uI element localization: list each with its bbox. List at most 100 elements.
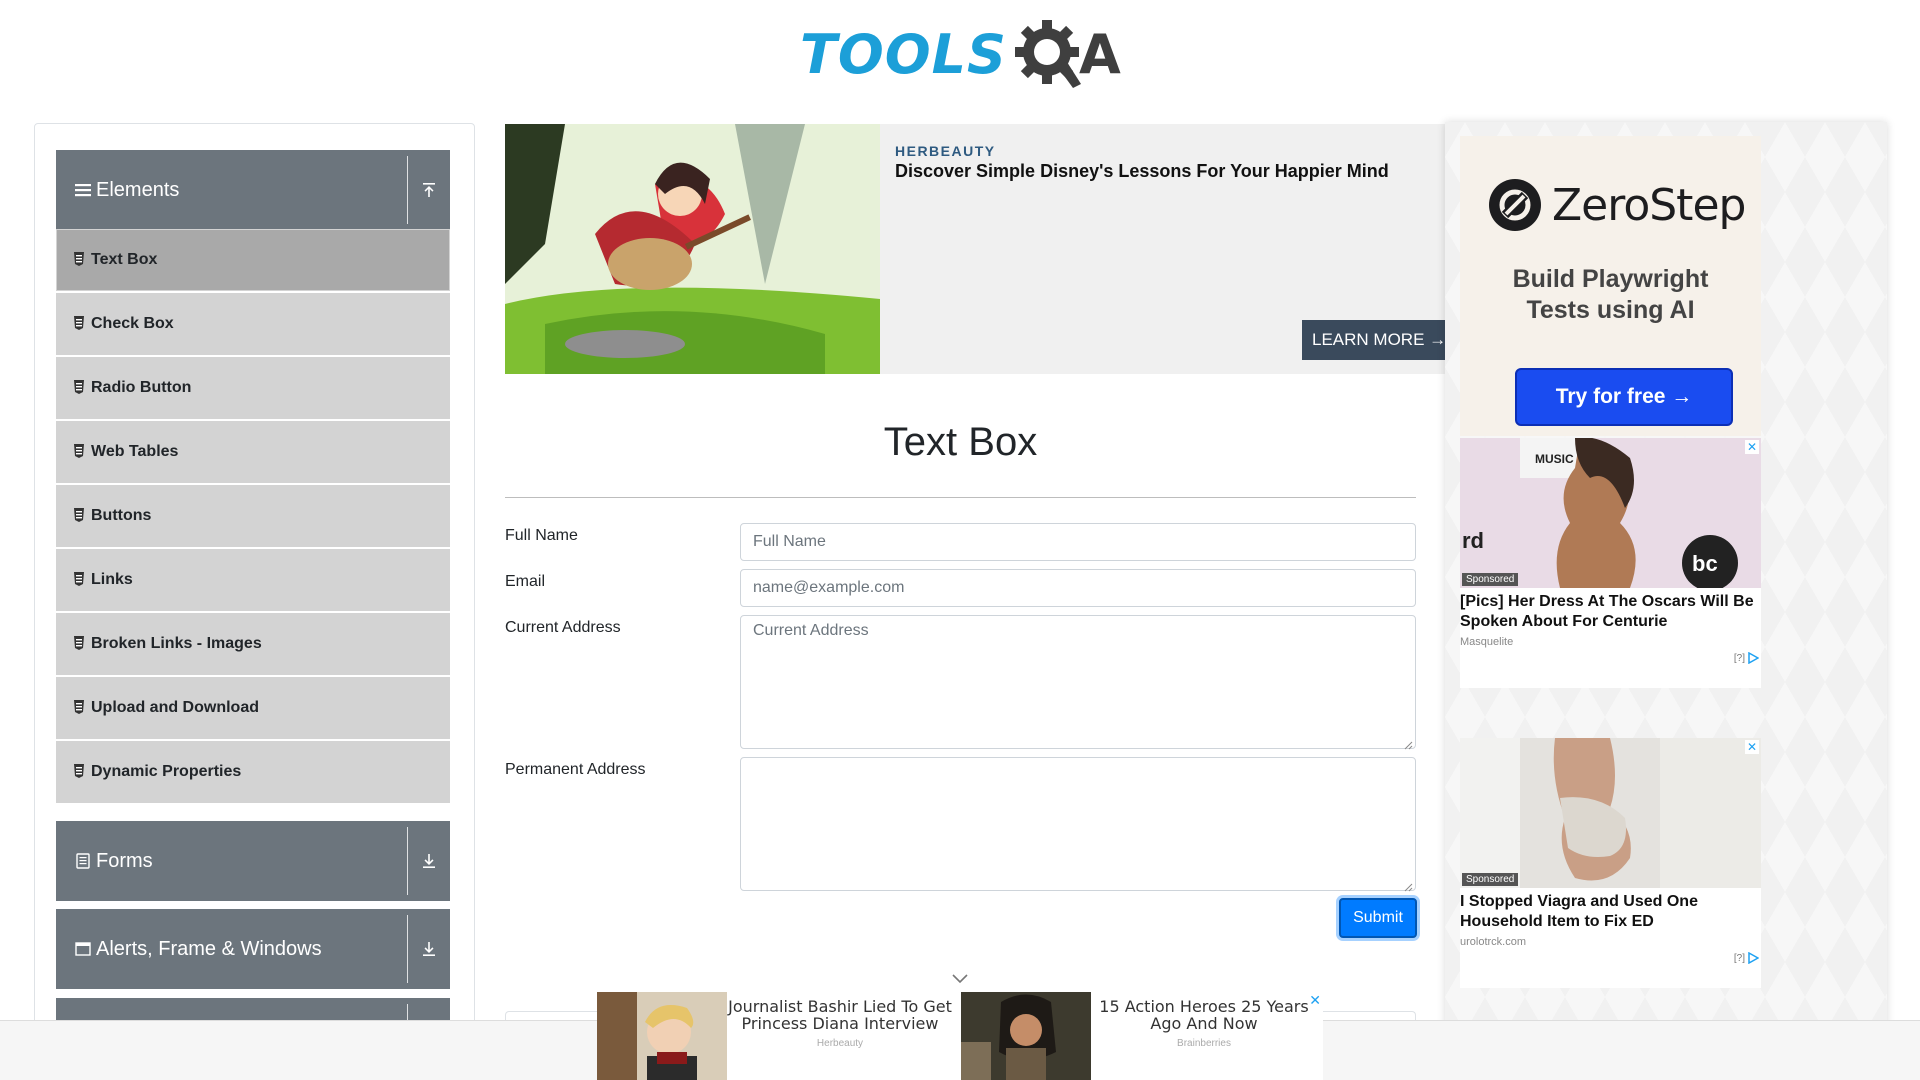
group-divider	[407, 827, 408, 895]
close-icon[interactable]: ✕	[1745, 740, 1759, 754]
toolsqa-logo[interactable]: TOOLS A	[800, 14, 1121, 94]
element-icon	[73, 508, 85, 524]
sidebar-item-dynamic-properties[interactable]: Dynamic Properties	[56, 741, 450, 803]
ad-source: urolotrck.com	[1460, 936, 1527, 948]
learn-more-button[interactable]: LEARN MORE →	[1302, 320, 1445, 360]
title-divider	[505, 497, 1416, 498]
sidebar-item-label: Upload and Download	[91, 699, 259, 716]
sponsored-ad-card[interactable]: Sponsored ✕ I Stopped Viagra and Used On…	[1460, 738, 1761, 988]
ad-source: Brainberries	[1177, 1038, 1231, 1049]
sponsored-badge: Sponsored	[1462, 873, 1519, 886]
ad-headline[interactable]: [Pics] Her Dress At The Oscars Will Be S…	[1460, 592, 1761, 632]
sidebar-item-check-box[interactable]: Check Box	[56, 293, 450, 355]
group-title: Alerts, Frame & Windows	[96, 937, 322, 960]
sidebar-item-broken-links[interactable]: Broken Links - Images	[56, 613, 450, 675]
ad-image: MUSIC A bc rd Sponsored ✕	[1460, 438, 1761, 588]
group-title: Forms	[96, 849, 153, 872]
logo-tools-text: TOOLS	[800, 22, 1007, 86]
current-address-label: Current Address	[505, 619, 621, 636]
sponsored-ad-card[interactable]: MUSIC A bc rd Sponsored ✕ [Pics] Her Dre…	[1460, 438, 1761, 688]
sponsored-badge: Sponsored	[1462, 573, 1519, 586]
ad-image	[597, 992, 727, 1080]
zerostep-name: ZeroStep	[1552, 179, 1746, 231]
site-header: TOOLS A	[0, 0, 1920, 100]
sidebar-item-radio-button[interactable]: Radio Button	[56, 357, 450, 419]
sticky-ad-content: Journalist Bashir Lied To Get Princess D…	[597, 992, 1323, 1080]
ad-choices[interactable]: [?]	[1734, 652, 1759, 664]
submit-button[interactable]: Submit	[1339, 898, 1417, 938]
sidebar-item-buttons[interactable]: Buttons	[56, 485, 450, 547]
zerostep-tagline: Build Playwright Tests using AI	[1460, 264, 1761, 326]
close-icon[interactable]: ✕	[1745, 440, 1759, 454]
element-icon	[73, 764, 85, 780]
elements-menu-list: Text Box Check Box Radio Button Web Tabl…	[56, 229, 450, 805]
logo-a-text: A	[1078, 22, 1121, 86]
zerostep-logo-icon	[1489, 179, 1541, 231]
resize-grip-icon[interactable]	[1403, 737, 1413, 750]
banner-headline[interactable]: Discover Simple Disney's Lessons For You…	[895, 161, 1389, 182]
document-icon	[74, 852, 92, 870]
right-ad-column: ZeroStep Build Playwright Tests using AI…	[1445, 122, 1887, 1080]
sticky-ad-item[interactable]: Journalist Bashir Lied To Get Princess D…	[597, 992, 953, 1080]
zerostep-ad[interactable]: ZeroStep Build Playwright Tests using AI…	[1460, 136, 1761, 436]
group-title: Elements	[96, 178, 180, 201]
sticky-ad-text: Journalist Bashir Lied To Get Princess D…	[727, 992, 953, 1080]
sidebar-item-upload-download[interactable]: Upload and Download	[56, 677, 450, 739]
zerostep-tagline-line2: Tests using AI	[1526, 296, 1695, 324]
sidebar-item-label: Web Tables	[91, 443, 179, 460]
group-header-elements[interactable]: Elements	[56, 150, 450, 230]
sidebar-item-label: Dynamic Properties	[91, 763, 242, 780]
element-icon	[73, 444, 85, 460]
close-icon[interactable]: ✕	[1309, 992, 1321, 1009]
group-header-forms[interactable]: Forms	[56, 821, 450, 901]
group-divider	[407, 156, 408, 224]
collapse-up-icon[interactable]	[416, 174, 442, 206]
sidebar-item-label: Broken Links - Images	[91, 635, 262, 652]
zerostep-logo: ZeroStep	[1488, 178, 1746, 232]
svg-text:bc: bc	[1692, 551, 1718, 576]
top-banner-ad[interactable]: HERBEAUTY Discover Simple Disney's Lesso…	[505, 124, 1445, 374]
ad-headline[interactable]: Journalist Bashir Lied To Get Princess D…	[727, 998, 953, 1032]
email-input[interactable]	[740, 569, 1416, 607]
left-sidebar: Elements Text Box Check Box Radio Button…	[34, 123, 475, 1080]
full-name-label: Full Name	[505, 527, 578, 544]
expand-down-icon[interactable]	[416, 933, 442, 965]
sticky-ad-text: 15 Action Heroes 25 Years Ago And Now Br…	[1091, 992, 1317, 1080]
permanent-address-label: Permanent Address	[505, 761, 646, 778]
sidebar-item-text-box[interactable]: Text Box	[56, 229, 450, 291]
ad-source: Herbeauty	[816, 1038, 864, 1049]
ad-source: Masquelite	[1460, 636, 1514, 648]
email-label: Email	[505, 573, 546, 590]
chevron-down-icon[interactable]	[950, 970, 970, 986]
current-address-textarea[interactable]	[740, 615, 1416, 749]
element-icon	[73, 700, 85, 716]
element-icon	[73, 572, 85, 588]
full-name-input[interactable]	[740, 523, 1416, 561]
ad-choices[interactable]: [?]	[1734, 952, 1759, 964]
adchoices-icon	[1748, 952, 1759, 964]
ad-image: Sponsored ✕	[1460, 738, 1761, 888]
resize-grip-icon[interactable]	[1403, 879, 1413, 892]
svg-text:rd: rd	[1462, 528, 1484, 553]
expand-down-icon[interactable]	[416, 845, 442, 877]
banner-illustration-image	[505, 124, 880, 374]
sidebar-item-label: Check Box	[91, 315, 174, 332]
sidebar-item-links[interactable]: Links	[56, 549, 450, 611]
window-icon	[74, 940, 92, 958]
sidebar-item-label: Text Box	[91, 251, 158, 268]
sidebar-item-web-tables[interactable]: Web Tables	[56, 421, 450, 483]
hamburger-icon	[74, 181, 92, 199]
element-icon	[73, 636, 85, 652]
try-for-free-button[interactable]: Try for free →	[1515, 368, 1733, 426]
sticky-ad-item[interactable]: 15 Action Heroes 25 Years Ago And Now Br…	[961, 992, 1317, 1080]
element-icon	[73, 380, 85, 396]
ad-headline[interactable]: 15 Action Heroes 25 Years Ago And Now	[1091, 998, 1317, 1032]
ad-headline[interactable]: I Stopped Viagra and Used One Household …	[1460, 892, 1761, 932]
zerostep-tagline-line1: Build Playwright	[1512, 265, 1709, 293]
page-title: Text Box	[883, 420, 1038, 464]
permanent-address-textarea[interactable]	[740, 757, 1416, 891]
banner-brand: HERBEAUTY	[895, 143, 996, 159]
group-header-alerts[interactable]: Alerts, Frame & Windows	[56, 909, 450, 989]
ad-help-text: [?]	[1733, 952, 1745, 964]
sidebar-item-label: Radio Button	[91, 379, 192, 396]
